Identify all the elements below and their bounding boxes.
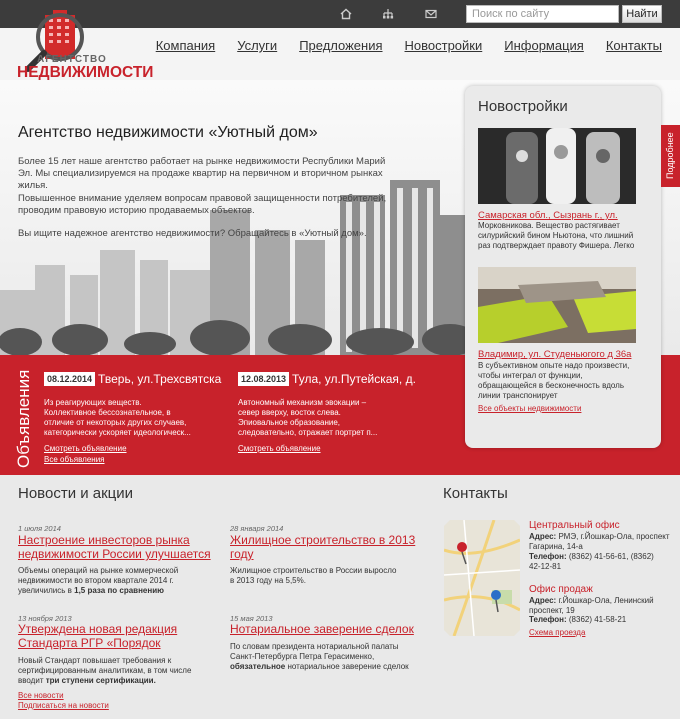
all-ads-link[interactable]: Все объявления: [44, 455, 105, 464]
ad-title[interactable]: Тула, ул.Путейская, д.: [292, 372, 416, 386]
ad-text: Автономный механизм эвокации – север вве…: [238, 398, 378, 437]
newbuilding-text: В субъективном опыте надо произвести, чт…: [478, 361, 630, 400]
ad-view-link[interactable]: Смотреть объявление: [44, 444, 234, 453]
all-news-link[interactable]: Все новости: [18, 691, 64, 700]
nav-item-newbuildings[interactable]: Новостройки: [405, 38, 483, 53]
office-name: Центральный офис: [529, 520, 620, 531]
office-phone: Телефон: (8362) 41-56-61, (8362) 42-12-8…: [529, 552, 654, 571]
news-title[interactable]: Нотариальное заверение сделок: [230, 622, 430, 636]
main-nav: Компания Услуги Предложения Новостройки …: [156, 38, 662, 53]
ad-date: 08.12.2014: [44, 371, 96, 386]
mail-icon[interactable]: [425, 8, 437, 20]
directions-link[interactable]: Схема проезда: [529, 628, 585, 637]
search-button[interactable]: Найти: [622, 5, 662, 23]
ad-date: 12.08.2013: [238, 371, 290, 386]
newbuilding-text: Морковникова. Вещество растягивает силур…: [478, 221, 635, 250]
ad-view-link[interactable]: Смотреть объявление: [238, 444, 428, 453]
home-icon[interactable]: [340, 8, 352, 20]
newbuilding-title[interactable]: Владимир, ул. Студеньюгого д 36а: [478, 349, 631, 360]
hero-paragraph: Более 15 лет наше агентство работает на …: [18, 156, 386, 191]
ad-card: 08.12.2014 Тверь, ул.Трехсвятска Из реаги…: [44, 370, 234, 453]
ad-card: 12.08.2013 Тула, ул.Путейская, д. Автоном…: [238, 370, 428, 453]
newbuilding-title[interactable]: Самарская обл., Сызрань г., ул.: [478, 210, 618, 221]
map-image[interactable]: [444, 520, 520, 636]
news-text: Новый Стандарт повышает требования к сер…: [18, 656, 192, 685]
all-properties-link[interactable]: Все объекты недвижимости: [478, 404, 581, 413]
news-date: 1 июля 2014: [18, 524, 61, 533]
ad-text: Из реагирующих веществ. Коллективное бес…: [44, 398, 191, 437]
more-tab[interactable]: Подробнее: [661, 125, 680, 187]
newbuilding-photo[interactable]: [478, 267, 636, 343]
hero-title: Агентство недвижимости «Уютный дом»: [18, 124, 318, 141]
news-title[interactable]: Жилищное строительство в 2013 году: [230, 533, 430, 561]
search-input[interactable]: [466, 5, 619, 23]
office-name: Офис продаж: [529, 584, 593, 595]
news-title[interactable]: Утверждена новая редакция Стандарта РГР …: [18, 622, 198, 650]
hero-paragraph: Повышенное внимание уделяем вопросам пра…: [18, 193, 387, 216]
nav-item-contacts[interactable]: Контакты: [606, 38, 662, 53]
ads-section-title: Объявления: [14, 369, 33, 468]
office-address: Адрес: г.Йошкар-Ола, Ленинский проспект,…: [529, 596, 654, 615]
sitemap-icon[interactable]: [382, 8, 394, 20]
hero-paragraph: Вы ищите надежное агентство недвижимости…: [18, 228, 367, 239]
office-phone: Телефон: (8362) 41-58-21: [529, 615, 627, 624]
nav-item-offers[interactable]: Предложения: [299, 38, 382, 53]
office-address: Адрес: РМЭ, г.Йошкар-Ола, проспект Гагар…: [529, 532, 670, 551]
newbuilding-photo[interactable]: [478, 128, 636, 204]
news-section-title: Новости и акции: [18, 485, 134, 502]
nav-item-information[interactable]: Информация: [504, 38, 584, 53]
contacts-section-title: Контакты: [443, 485, 508, 502]
nav-item-services[interactable]: Услуги: [237, 38, 277, 53]
news-title[interactable]: Настроение инвесторов рынка недвижимости…: [18, 533, 223, 561]
subscribe-link[interactable]: Подписаться на новости: [18, 701, 109, 710]
newbuildings-title: Новостройки: [478, 98, 568, 115]
nav-item-company[interactable]: Компания: [156, 38, 216, 53]
news-date: 28 января 2014: [230, 524, 284, 533]
news-text: По словам президента нотариальной палаты…: [230, 642, 409, 671]
news-text: Объемы операций на рынке коммерческой не…: [18, 566, 179, 595]
svg-text:НЕДВИЖИМОСТИ: НЕДВИЖИМОСТИ: [17, 64, 153, 81]
ad-title[interactable]: Тверь, ул.Трехсвятска: [98, 372, 221, 386]
news-text: Жилищное строительство в России выросло …: [230, 566, 397, 585]
